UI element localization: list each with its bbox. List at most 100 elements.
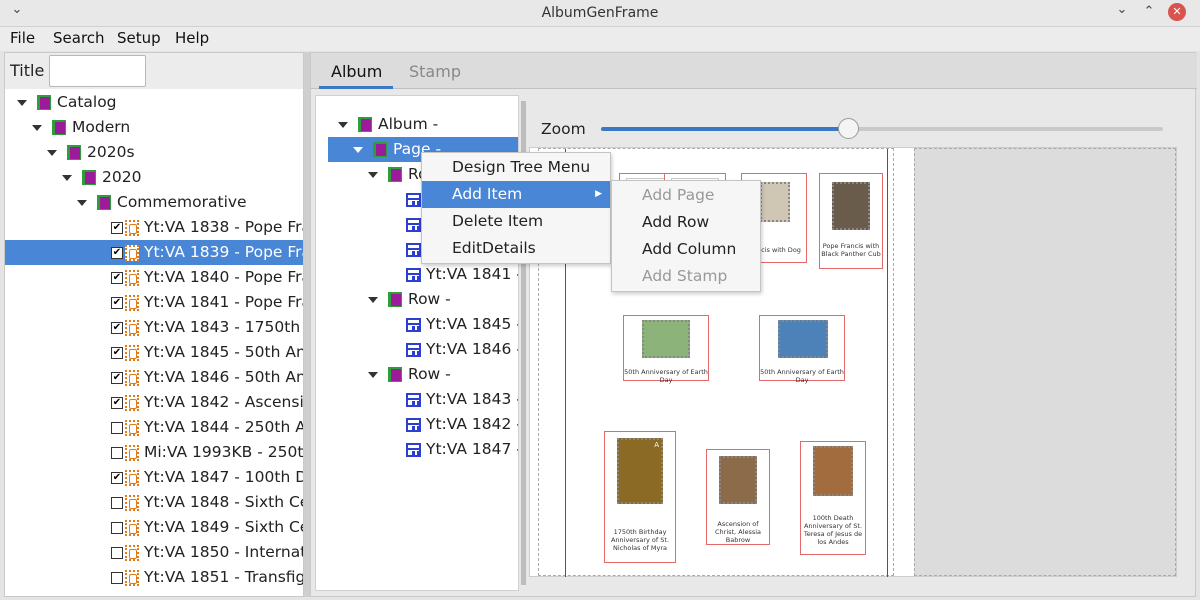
checkbox[interactable]: ✔ [111, 246, 123, 259]
checkbox[interactable] [111, 496, 123, 509]
tree-leaf-stamp[interactable]: Yt:VA 1843 - [406, 387, 518, 412]
catalog-item[interactable]: ✔ Yt:VA 1842 - Ascensio [111, 390, 303, 415]
minimize-icon[interactable]: ⌄ [1113, 2, 1131, 17]
catalog-item-label: Yt:VA 1847 - 100th De [144, 468, 304, 486]
checkbox[interactable] [111, 546, 123, 559]
catalog-item[interactable]: ✔ Yt:VA 1845 - 50th Ann [111, 340, 304, 365]
preview-stamp-6[interactable]: 50th Anniversary of Earth Day [759, 315, 845, 384]
title-label: Title [10, 61, 45, 80]
menu-item-design-tree-menu[interactable]: Design Tree Menu [422, 154, 610, 181]
stamp-icon [125, 319, 139, 336]
catalog-item[interactable]: Yt:VA 1849 - Sixth Cer [111, 515, 303, 540]
catalog-item[interactable]: Yt:VA 1851 - Transfigu [111, 565, 304, 590]
catalog-item[interactable]: ✔ Yt:VA 1840 - Pope Fra [111, 265, 303, 290]
tree-leaf-stamp[interactable]: Yt:VA 1842 - [406, 412, 518, 437]
menu-item-delete-item[interactable]: Delete Item [422, 208, 610, 235]
catalog-item[interactable]: ✔ Yt:VA 1838 - Pope Fra [111, 215, 303, 240]
catalog-item-label: Yt:VA 1839 - Pope Fra [144, 243, 304, 261]
tree-node-row-2[interactable]: Row - [368, 287, 451, 312]
menu-item-edit-details[interactable]: EditDetails [422, 235, 610, 262]
tab-stamp[interactable]: Stamp [409, 62, 461, 81]
catalog-item-label: Yt:VA 1851 - Transfigu [144, 568, 304, 586]
menu-item-add-row[interactable]: Add Row [612, 209, 760, 236]
title-filter-row: Title [5, 53, 303, 89]
tree-node-label: 2020s [87, 143, 135, 161]
submenu-arrow-icon: ▶ [595, 189, 602, 199]
menu-search[interactable]: Search [53, 29, 105, 47]
checkbox[interactable]: ✔ [111, 271, 123, 284]
tree-node-2020[interactable]: 2020 [62, 165, 141, 190]
tree-leaf-label: Yt:VA 1847 - [426, 440, 519, 458]
tab-album[interactable]: Album [331, 62, 382, 81]
tree-node-commemorative[interactable]: Commemorative [77, 190, 247, 215]
expand-arrow-icon[interactable] [32, 124, 42, 131]
menu-file[interactable]: File [10, 29, 35, 47]
tree-leaf-label: Yt:VA 1846 - [426, 340, 519, 358]
tree-node-row-1[interactable]: Ro [368, 162, 428, 187]
checkbox[interactable]: ✔ [111, 471, 123, 484]
tree-node-row-3[interactable]: Row - [368, 362, 451, 387]
menubar: File Search Setup Help [0, 27, 1200, 51]
catalog-item[interactable]: ✔ Yt:VA 1846 - 50th Ann [111, 365, 303, 390]
expand-arrow-icon[interactable] [17, 99, 27, 106]
expand-arrow-icon[interactable] [338, 121, 348, 128]
catalog-item[interactable]: Yt:VA 1848 - Sixth Cer [111, 490, 303, 515]
catalog-item[interactable]: ✔ Yt:VA 1843 - 1750th B [111, 315, 303, 340]
catalog-item-label: Yt:VA 1845 - 50th Ann [144, 343, 304, 361]
preview-stamp-7[interactable]: A 1750th Birthday Anniversary of St. Nic… [604, 431, 676, 563]
preview-stamp-9[interactable]: 100th Death Anniversary of St. Teresa of… [800, 441, 866, 555]
checkbox[interactable]: ✔ [111, 221, 123, 234]
menu-item-add-column[interactable]: Add Column [612, 236, 760, 263]
checkbox[interactable]: ✔ [111, 321, 123, 334]
stamp-image [813, 446, 853, 496]
tree-leaf-stamp[interactable]: Yt:VA 1846 - [406, 337, 519, 362]
expand-arrow-icon[interactable] [353, 146, 363, 153]
tree-node-modern[interactable]: Modern [32, 115, 130, 140]
checkbox[interactable]: ✔ [111, 346, 123, 359]
catalog-pane: Title Catalog Modern 2020s 2020 Commemor… [4, 52, 304, 597]
checkbox[interactable] [111, 421, 123, 434]
stamp-caption: 50th Anniversary of Earth Day [624, 368, 708, 384]
catalog-item[interactable]: Yt:VA 1850 - Internati [111, 540, 303, 565]
catalog-item[interactable]: ✔ Yt:VA 1839 - Pope Fra [5, 240, 304, 265]
menu-item-add-item[interactable]: Add Item ▶ [422, 181, 610, 208]
page-guide-line [887, 149, 888, 577]
checkbox[interactable] [111, 521, 123, 534]
expand-arrow-icon[interactable] [368, 296, 378, 303]
tree-leaf-stamp[interactable]: Yt:VA 1847 - [406, 437, 519, 462]
checkbox[interactable]: ✔ [111, 396, 123, 409]
catalog-item[interactable]: ✔ Yt:VA 1841 - Pope Fra [111, 290, 303, 315]
tree-node-2020s[interactable]: 2020s [47, 140, 135, 165]
checkbox[interactable] [111, 571, 123, 584]
stamp-entry-icon [406, 267, 421, 282]
catalog-item[interactable]: Yt:VA 1844 - 250th An [111, 415, 303, 440]
row-folder-icon [388, 292, 402, 307]
design-tree-context-menu: Design Tree Menu Add Item ▶ Delete Item E… [421, 152, 611, 264]
expand-arrow-icon[interactable] [47, 149, 57, 156]
tree-node-album[interactable]: Album - [338, 112, 438, 137]
preview-stamp-4[interactable]: Pope Francis with Black Panther Cub [819, 173, 883, 269]
catalog-item[interactable]: ✔ Yt:VA 1847 - 100th De [111, 465, 304, 490]
menu-help[interactable]: Help [175, 29, 209, 47]
tree-leaf-stamp[interactable]: Yt:VA 1845 - [406, 312, 518, 337]
expand-arrow-icon[interactable] [62, 174, 72, 181]
tree-leaf-stamp[interactable]: Yt:VA 1841 - [406, 262, 518, 287]
preview-stamp-5[interactable]: 50th Anniversary of Earth Day [623, 315, 709, 384]
tree-node-catalog[interactable]: Catalog [17, 90, 117, 115]
menu-item-add-page: Add Page [642, 186, 715, 204]
catalog-item[interactable]: Mi:VA 1993KB - 250th [111, 440, 303, 465]
expand-arrow-icon[interactable] [368, 171, 378, 178]
maximize-icon[interactable]: ⌃ [1140, 4, 1158, 19]
checkbox[interactable] [111, 446, 123, 459]
expand-arrow-icon[interactable] [368, 371, 378, 378]
title-input[interactable] [49, 55, 146, 87]
checkbox[interactable]: ✔ [111, 371, 123, 384]
expand-arrow-icon[interactable] [77, 199, 87, 206]
zoom-slider-handle[interactable] [838, 118, 859, 139]
close-icon[interactable]: ✕ [1168, 3, 1186, 21]
menu-setup[interactable]: Setup [117, 29, 161, 47]
checkbox[interactable]: ✔ [111, 296, 123, 309]
preview-stamp-8[interactable]: Ascension of Christ, Alessia Babrow [706, 449, 770, 545]
stamp-icon [125, 269, 139, 286]
tree-node-label: 2020 [102, 168, 142, 186]
